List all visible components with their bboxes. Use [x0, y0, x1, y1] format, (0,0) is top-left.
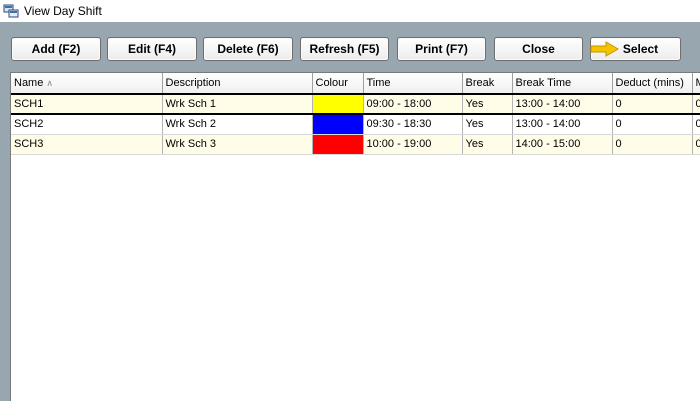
edit-button-label: Edit (F4): [128, 42, 176, 56]
toolbar: Add (F2) Edit (F4) Delete (F6) Refresh (…: [0, 22, 700, 70]
cell-deduct: 0: [612, 114, 693, 135]
cell-time: 09:30 - 18:30: [363, 114, 463, 135]
app-window-icon: [3, 4, 19, 18]
cell-m: 0: [692, 134, 700, 155]
cell-colour-swatch: [312, 93, 364, 115]
column-header-break[interactable]: Break: [462, 73, 513, 95]
table-row[interactable]: SCH3 Wrk Sch 3 10:00 - 19:00 Yes 14:00 -…: [11, 134, 700, 155]
column-header-deduct[interactable]: Deduct (mins): [612, 73, 693, 95]
refresh-button-label: Refresh (F5): [309, 42, 380, 56]
column-header-name[interactable]: Name ∧: [11, 73, 163, 95]
cell-break-time: 13:00 - 14:00: [512, 114, 613, 135]
cell-name: SCH2: [11, 114, 163, 135]
close-button-label: Close: [522, 42, 555, 56]
cell-m: 0: [692, 93, 700, 115]
cell-break: Yes: [462, 134, 513, 155]
shift-table: Name ∧ Description Colour Time Break Brea…: [11, 73, 700, 155]
arrow-right-icon: [590, 41, 619, 57]
table-row[interactable]: SCH2 Wrk Sch 2 09:30 - 18:30 Yes 13:00 -…: [11, 114, 700, 135]
delete-button[interactable]: Delete (F6): [203, 37, 293, 61]
cell-description: Wrk Sch 2: [162, 114, 313, 135]
close-button[interactable]: Close: [494, 37, 583, 61]
cell-time: 10:00 - 19:00: [363, 134, 463, 155]
header-row: Name ∧ Description Colour Time Break Brea…: [11, 73, 700, 95]
cell-name: SCH3: [11, 134, 163, 155]
sort-ascending-icon: ∧: [46, 78, 53, 88]
cell-colour-swatch: [312, 134, 364, 155]
column-header-break-time[interactable]: Break Time: [512, 73, 613, 95]
cell-break: Yes: [462, 114, 513, 135]
edit-button[interactable]: Edit (F4): [107, 37, 197, 61]
add-button[interactable]: Add (F2): [11, 37, 101, 61]
print-button[interactable]: Print (F7): [397, 37, 486, 61]
add-button-label: Add (F2): [31, 42, 81, 56]
column-header-name-label: Name: [14, 77, 44, 89]
cell-colour-swatch: [312, 114, 364, 135]
select-button[interactable]: Select: [590, 37, 681, 61]
cell-description: Wrk Sch 1: [162, 93, 313, 115]
cell-name: SCH1: [11, 93, 163, 115]
cell-break-time: 13:00 - 14:00: [512, 93, 613, 115]
cell-m: 0: [692, 114, 700, 135]
table-row[interactable]: SCH1 Wrk Sch 1 09:00 - 18:00 Yes 13:00 -…: [11, 93, 700, 115]
cell-break-time: 14:00 - 15:00: [512, 134, 613, 155]
print-button-label: Print (F7): [415, 42, 468, 56]
cell-deduct: 0: [612, 134, 693, 155]
column-header-time[interactable]: Time: [363, 73, 463, 95]
cell-time: 09:00 - 18:00: [363, 93, 463, 115]
window-title: View Day Shift: [24, 4, 102, 18]
cell-deduct: 0: [612, 93, 693, 115]
delete-button-label: Delete (F6): [217, 42, 279, 56]
title-bar: View Day Shift: [0, 0, 700, 22]
column-header-m[interactable]: M: [692, 73, 700, 95]
cell-break: Yes: [462, 93, 513, 115]
shift-grid: Name ∧ Description Colour Time Break Brea…: [10, 72, 700, 401]
column-header-colour[interactable]: Colour: [312, 73, 364, 95]
cell-description: Wrk Sch 3: [162, 134, 313, 155]
select-button-label: Select: [622, 42, 659, 56]
column-header-description[interactable]: Description: [162, 73, 313, 95]
refresh-button[interactable]: Refresh (F5): [300, 37, 389, 61]
